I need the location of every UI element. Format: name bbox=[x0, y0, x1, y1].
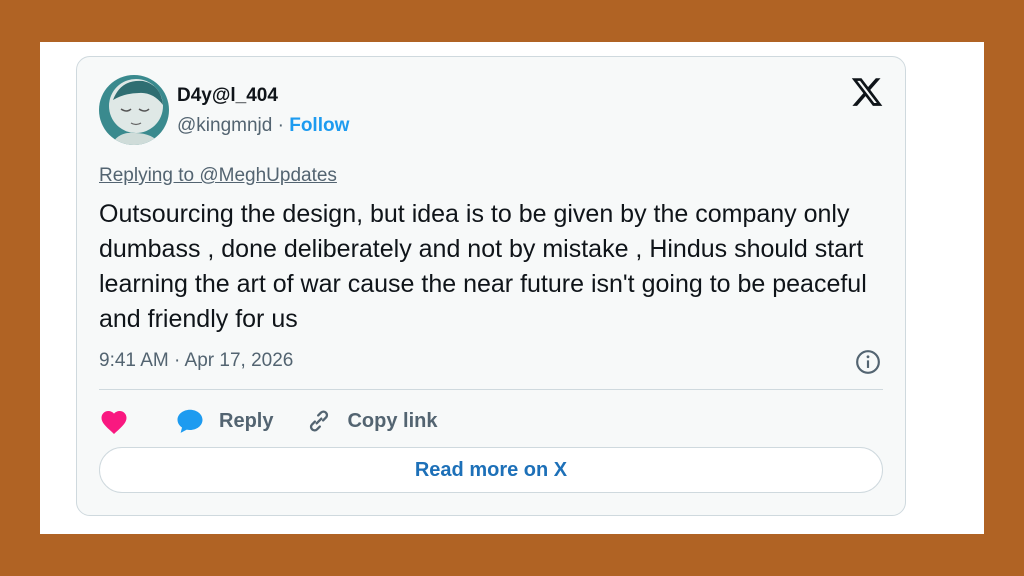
read-more-button[interactable]: Read more on X bbox=[99, 447, 883, 493]
tweet-card: D4y@l_404 @kingmnjd · Follow Replying to… bbox=[76, 56, 906, 516]
tweet-text: Outsourcing the design, but idea is to b… bbox=[99, 200, 867, 333]
speech-bubble-icon bbox=[177, 409, 203, 433]
user-handle[interactable]: @kingmnjd bbox=[177, 115, 272, 136]
follow-link[interactable]: Follow bbox=[289, 115, 349, 136]
avatar[interactable] bbox=[99, 75, 169, 145]
divider bbox=[99, 389, 883, 390]
copy-link-button[interactable]: Copy link bbox=[273, 407, 437, 435]
link-icon bbox=[310, 410, 329, 432]
handle-separator: · bbox=[272, 115, 290, 136]
handle-row: @kingmnjd · Follow bbox=[177, 115, 349, 137]
reply-button[interactable]: Reply bbox=[175, 407, 273, 435]
display-name[interactable]: D4y@l_404 bbox=[177, 85, 278, 107]
avatar-image bbox=[99, 75, 169, 145]
x-logo-icon[interactable] bbox=[850, 75, 884, 109]
info-icon[interactable] bbox=[855, 349, 881, 375]
tweet-timestamp[interactable]: 9:41 AM · Apr 17, 2026 bbox=[99, 350, 293, 372]
copy-link-label: Copy link bbox=[347, 409, 438, 432]
replying-to-link[interactable]: Replying to @MeghUpdates bbox=[99, 165, 337, 187]
heart-icon[interactable] bbox=[99, 407, 129, 435]
action-bar: Reply Copy link bbox=[99, 403, 437, 439]
reply-label: Reply bbox=[219, 409, 274, 432]
